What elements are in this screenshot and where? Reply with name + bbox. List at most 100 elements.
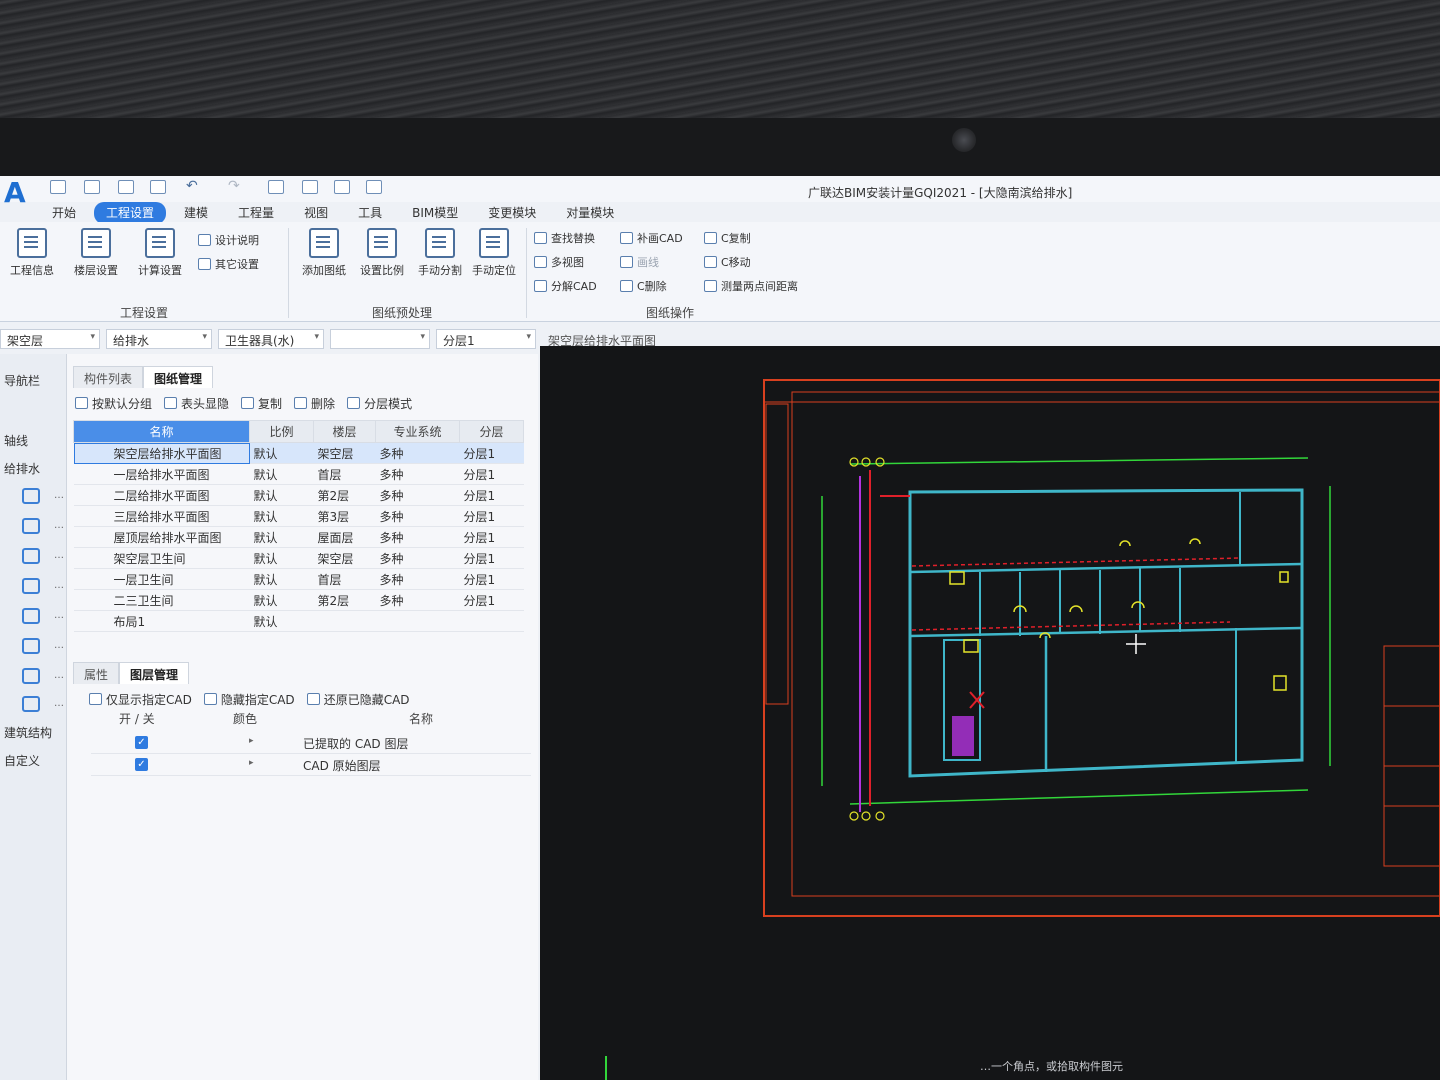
table-row[interactable]: 一层卫生间 默认 首层 多种 分层1 [73, 568, 524, 590]
restore-hidden-cad-button[interactable]: 还原已隐藏CAD [306, 691, 410, 708]
sleeve-icon[interactable] [22, 668, 40, 684]
cell-scale[interactable]: 默认 [249, 505, 314, 527]
cell-floor[interactable]: 架空层 [313, 547, 376, 569]
floor-select[interactable]: 架空层 [0, 329, 100, 349]
layer-row[interactable]: ✓ ▸ 已提取的 CAD 图层 [91, 732, 531, 754]
table-row[interactable]: 布局1 默认 [73, 610, 524, 632]
c-move-button[interactable]: C移动 [704, 254, 751, 270]
cell-system[interactable]: 多种 [375, 463, 460, 485]
cell-scale[interactable]: 默认 [249, 610, 314, 632]
table-row[interactable]: 二三卫生间 默认 第2层 多种 分层1 [73, 589, 524, 611]
cell-system[interactable] [375, 610, 460, 632]
col-name[interactable]: 名称 [73, 420, 250, 443]
col-scale[interactable]: 比例 [249, 420, 314, 443]
cell-floor[interactable]: 首层 [313, 568, 376, 590]
nav-custom[interactable]: 自定义 [4, 752, 40, 769]
draw-cad-button[interactable]: 补画CAD [620, 230, 683, 246]
tab-tools[interactable]: 工具 [346, 202, 394, 224]
cell-scale[interactable]: 默认 [249, 568, 314, 590]
manual-split-button[interactable]: 手动分割 [412, 228, 468, 278]
cell-system[interactable]: 多种 [375, 526, 460, 548]
cell-scale[interactable]: 默认 [249, 463, 314, 485]
nav-more-5[interactable]: … [54, 610, 64, 621]
tab-layer-management[interactable]: 图层管理 [119, 662, 190, 684]
nav-more-6[interactable]: … [54, 640, 64, 651]
table-row[interactable]: 一层给排水平面图 默认 首层 多种 分层1 [73, 463, 524, 485]
cell-system[interactable]: 多种 [375, 484, 460, 506]
tab-modeling[interactable]: 建模 [172, 202, 220, 224]
c-copy-button[interactable]: C复制 [704, 230, 751, 246]
add-drawing-button[interactable]: 添加图纸 [296, 228, 352, 278]
nav-more-1[interactable]: … [54, 490, 64, 501]
nav-specialty[interactable]: 给排水 [4, 460, 40, 477]
valve-icon[interactable] [22, 578, 40, 594]
nav-more-8[interactable]: … [54, 698, 64, 709]
nav-more-3[interactable]: … [54, 550, 64, 561]
calc-settings-button[interactable]: 计算设置 [132, 228, 188, 278]
col-layer[interactable]: 分层 [459, 420, 524, 443]
cell-layer[interactable]: 分层1 [459, 589, 524, 611]
cell-layer[interactable]: 分层1 [459, 568, 524, 590]
tab-view[interactable]: 视图 [292, 202, 340, 224]
layer-select[interactable]: 分层1 [436, 329, 536, 349]
tab-bim-model[interactable]: BIM模型 [400, 202, 470, 224]
tab-component-list[interactable]: 构件列表 [73, 366, 144, 388]
component-select[interactable] [330, 329, 430, 349]
group-by-default-button[interactable]: 按默认分组 [75, 395, 152, 412]
nav-more-7[interactable]: … [54, 670, 64, 681]
save-icon[interactable] [150, 180, 166, 194]
multi-view-button[interactable]: 多视图 [534, 254, 584, 270]
cell-system[interactable]: 多种 [375, 442, 460, 464]
cell-scale[interactable]: 默认 [249, 442, 314, 464]
cell-layer[interactable]: 分层1 [459, 463, 524, 485]
cell-layer[interactable]: 分层1 [459, 505, 524, 527]
project-info-button[interactable]: 工程信息 [4, 228, 60, 278]
floor-settings-button[interactable]: 楼层设置 [68, 228, 124, 278]
cell-floor[interactable]: 首层 [313, 463, 376, 485]
cell-layer[interactable]: 分层1 [459, 526, 524, 548]
cell-layer[interactable]: 分层1 [459, 442, 524, 464]
undo-icon[interactable]: ↶ [186, 178, 202, 194]
tab-quantities[interactable]: 工程量 [226, 202, 286, 224]
set-scale-button[interactable]: 设置比例 [354, 228, 410, 278]
cell-name[interactable]: 一层给排水平面图 [73, 463, 250, 485]
measure-distance-button[interactable]: 测量两点间距离 [704, 278, 798, 294]
hide-cad-button[interactable]: 隐藏指定CAD [203, 691, 295, 708]
cell-floor[interactable]: 第2层 [313, 589, 376, 611]
nav-more-4[interactable]: … [54, 580, 64, 591]
cell-system[interactable]: 多种 [375, 505, 460, 527]
layer-row[interactable]: ✓ ▸ CAD 原始图层 [91, 754, 531, 776]
support-icon[interactable] [22, 696, 40, 712]
open-file-icon[interactable] [84, 180, 100, 194]
cell-name[interactable]: 二三卫生间 [73, 589, 250, 611]
col-floor[interactable]: 楼层 [313, 420, 376, 443]
nav-more-2[interactable]: … [54, 520, 64, 531]
sum-icon[interactable] [268, 180, 284, 194]
cell-name[interactable]: 架空层给排水平面图 [73, 442, 250, 464]
col-system[interactable]: 专业系统 [375, 420, 460, 443]
table-row[interactable]: 三层给排水平面图 默认 第3层 多种 分层1 [73, 505, 524, 527]
cell-layer[interactable]: 分层1 [459, 484, 524, 506]
sanitary-fixture-icon[interactable] [22, 488, 40, 504]
find-replace-button[interactable]: 查找替换 [534, 230, 595, 246]
fitting-icon[interactable] [22, 608, 40, 624]
cell-name[interactable]: 屋顶层给排水平面图 [73, 526, 250, 548]
view-icon[interactable] [334, 180, 350, 194]
tab-comparison-module[interactable]: 对量模块 [554, 202, 626, 224]
manual-locate-button[interactable]: 手动定位 [466, 228, 522, 278]
explode-cad-button[interactable]: 分解CAD [534, 278, 597, 294]
folder-icon[interactable] [118, 180, 134, 194]
show-only-cad-button[interactable]: 仅显示指定CAD [89, 691, 192, 708]
layer-visibility-checkbox[interactable]: ✓ [135, 736, 148, 749]
cell-floor[interactable]: 屋面层 [313, 526, 376, 548]
other-settings-button[interactable]: 其它设置 [198, 256, 259, 272]
design-notes-button[interactable]: 设计说明 [198, 232, 259, 248]
accessory-icon[interactable] [22, 638, 40, 654]
cell-name[interactable]: 二层给排水平面图 [73, 484, 250, 506]
draw-line-button[interactable]: 画线 [620, 254, 659, 270]
cell-system[interactable]: 多种 [375, 547, 460, 569]
cell-layer[interactable] [459, 610, 524, 632]
cell-name[interactable]: 架空层卫生间 [73, 547, 250, 569]
pipe-icon[interactable] [22, 548, 40, 564]
cell-floor[interactable]: 第3层 [313, 505, 376, 527]
